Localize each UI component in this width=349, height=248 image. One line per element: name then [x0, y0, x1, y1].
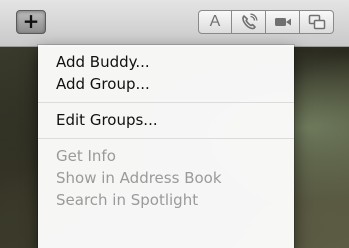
add-button[interactable]: + [16, 10, 46, 34]
menu-separator [38, 138, 294, 139]
menu-item-get-info: Get Info [56, 147, 116, 165]
menu-separator [38, 102, 294, 103]
screen-share-icon [308, 14, 325, 30]
add-menu: Add Buddy... Add Group... Edit Groups...… [38, 45, 294, 248]
menu-item-edit-groups[interactable]: Edit Groups... [38, 109, 294, 131]
menu-item-show-in-address-book: Show in Address Book [56, 169, 222, 187]
plus-icon: + [22, 9, 40, 33]
text-chat-label: A [209, 13, 221, 30]
chat-buttons-group: A [198, 10, 334, 34]
audio-chat-button[interactable] [232, 10, 266, 34]
ichat-window: + A Add Buddy... Add Group... Edit Group… [0, 0, 349, 248]
toolbar: + A [0, 0, 349, 47]
text-chat-button[interactable]: A [198, 10, 232, 34]
screen-sharing-button[interactable] [300, 10, 334, 34]
video-camera-icon [274, 18, 291, 26]
menu-item-search-in-spotlight: Search in Spotlight [56, 191, 199, 209]
menu-item-add-buddy[interactable]: Add Buddy... [38, 51, 294, 73]
video-chat-button[interactable] [266, 10, 300, 34]
menu-item-add-group[interactable]: Add Group... [38, 73, 294, 95]
phone-icon [241, 13, 257, 30]
